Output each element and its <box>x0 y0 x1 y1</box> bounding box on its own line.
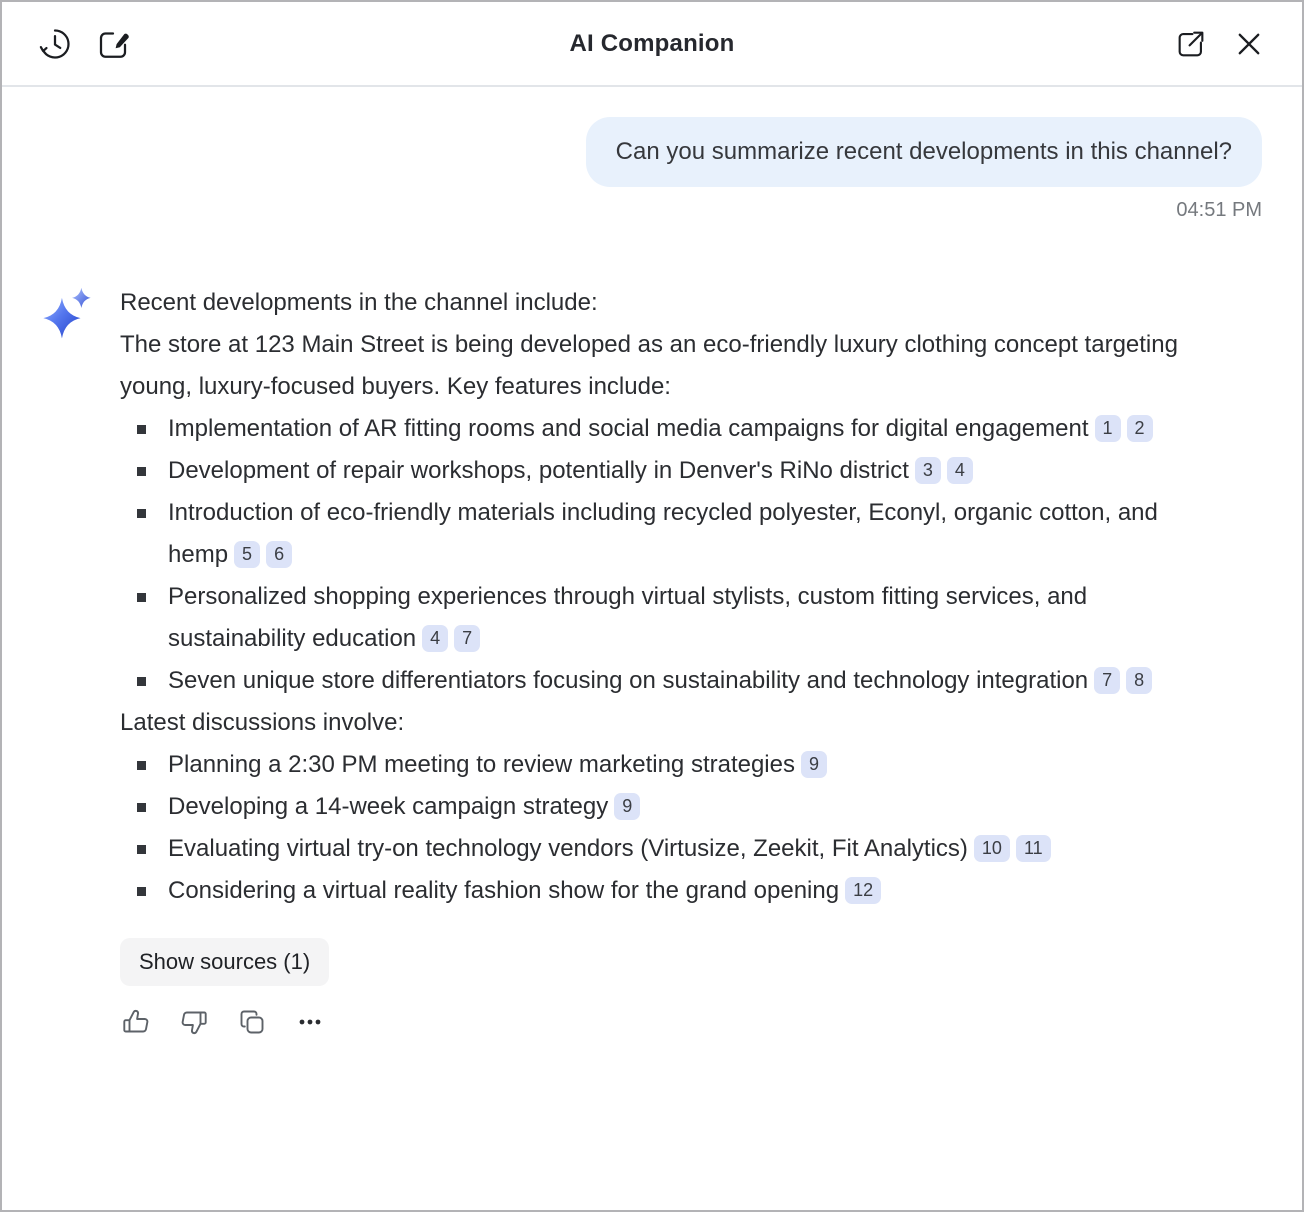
open-in-new-window-icon[interactable] <box>1172 25 1210 63</box>
list-item: Considering a virtual reality fashion sh… <box>137 870 1200 912</box>
show-sources-button[interactable]: Show sources (1) <box>120 938 329 986</box>
list-item-text: Development of repair workshops, potenti… <box>168 457 909 484</box>
citation-badge[interactable]: 5 <box>234 541 260 568</box>
citation-badge[interactable]: 10 <box>974 835 1010 862</box>
citation-badge[interactable]: 6 <box>266 541 292 568</box>
citation-badge[interactable]: 11 <box>1016 835 1051 862</box>
list-item-text: Introduction of eco-friendly materials i… <box>168 499 1158 568</box>
more-options-icon[interactable] <box>294 1006 326 1038</box>
list-item: Implementation of AR fitting rooms and s… <box>137 408 1200 450</box>
assistant-message-body: Recent developments in the channel inclu… <box>120 282 1200 1038</box>
close-icon[interactable] <box>1230 25 1268 63</box>
list-item-text: Developing a 14-week campaign strategy <box>168 793 608 820</box>
list-item-text: Considering a virtual reality fashion sh… <box>168 877 839 904</box>
list-item-text: Seven unique store differentiators focus… <box>168 667 1088 694</box>
user-message-bubble: Can you summarize recent developments in… <box>586 117 1262 187</box>
list-item: Personalized shopping experiences throug… <box>137 576 1200 660</box>
page-title: AI Companion <box>569 30 734 58</box>
panel-header: AI Companion <box>2 2 1302 87</box>
list-item: Developing a 14-week campaign strategy9 <box>137 786 1200 828</box>
list-item-text: Personalized shopping experiences throug… <box>168 583 1087 652</box>
history-icon[interactable] <box>36 25 74 63</box>
citation-badge[interactable]: 9 <box>614 793 640 820</box>
latest-discussions-list: Planning a 2:30 PM meeting to review mar… <box>120 744 1200 912</box>
copy-icon[interactable] <box>236 1006 268 1038</box>
assistant-message-row: Recent developments in the channel inclu… <box>40 282 1262 1038</box>
latest-discussions-heading: Latest discussions involve: <box>120 702 1200 744</box>
chat-area: Can you summarize recent developments in… <box>2 117 1302 1038</box>
citation-badge[interactable]: 2 <box>1127 415 1153 442</box>
ai-companion-panel: AI Companion Can you summarize recent de… <box>0 0 1304 1212</box>
citation-badge[interactable]: 12 <box>845 877 881 904</box>
assistant-intro-line: The store at 123 Main Street is being de… <box>120 324 1200 408</box>
citation-badge[interactable]: 3 <box>915 457 941 484</box>
list-item: Evaluating virtual try-on technology ven… <box>137 828 1200 870</box>
thumbs-down-icon[interactable] <box>178 1006 210 1038</box>
message-actions <box>120 1006 1200 1038</box>
header-right-actions <box>1172 25 1268 63</box>
new-chat-icon[interactable] <box>94 25 132 63</box>
citation-badge[interactable]: 4 <box>947 457 973 484</box>
list-item-text: Implementation of AR fitting rooms and s… <box>168 415 1089 442</box>
thumbs-up-icon[interactable] <box>120 1006 152 1038</box>
citation-badge[interactable]: 1 <box>1095 415 1121 442</box>
list-item-text: Evaluating virtual try-on technology ven… <box>168 835 968 862</box>
list-item: Development of repair workshops, potenti… <box>137 450 1200 492</box>
assistant-intro-line: Recent developments in the channel inclu… <box>120 282 1200 324</box>
list-item-text: Planning a 2:30 PM meeting to review mar… <box>168 751 795 778</box>
ai-sparkle-icon <box>40 286 94 340</box>
list-item: Seven unique store differentiators focus… <box>137 660 1200 702</box>
header-left-actions <box>36 25 132 63</box>
citation-badge[interactable]: 9 <box>801 751 827 778</box>
citation-badge[interactable]: 4 <box>422 625 448 652</box>
list-item: Introduction of eco-friendly materials i… <box>137 492 1200 576</box>
key-features-list: Implementation of AR fitting rooms and s… <box>120 408 1200 702</box>
message-timestamp: 04:51 PM <box>40 199 1262 222</box>
citation-badge[interactable]: 7 <box>454 625 480 652</box>
citation-badge[interactable]: 7 <box>1094 667 1120 694</box>
list-item: Planning a 2:30 PM meeting to review mar… <box>137 744 1200 786</box>
citation-badge[interactable]: 8 <box>1126 667 1152 694</box>
user-message-row: Can you summarize recent developments in… <box>40 117 1262 187</box>
